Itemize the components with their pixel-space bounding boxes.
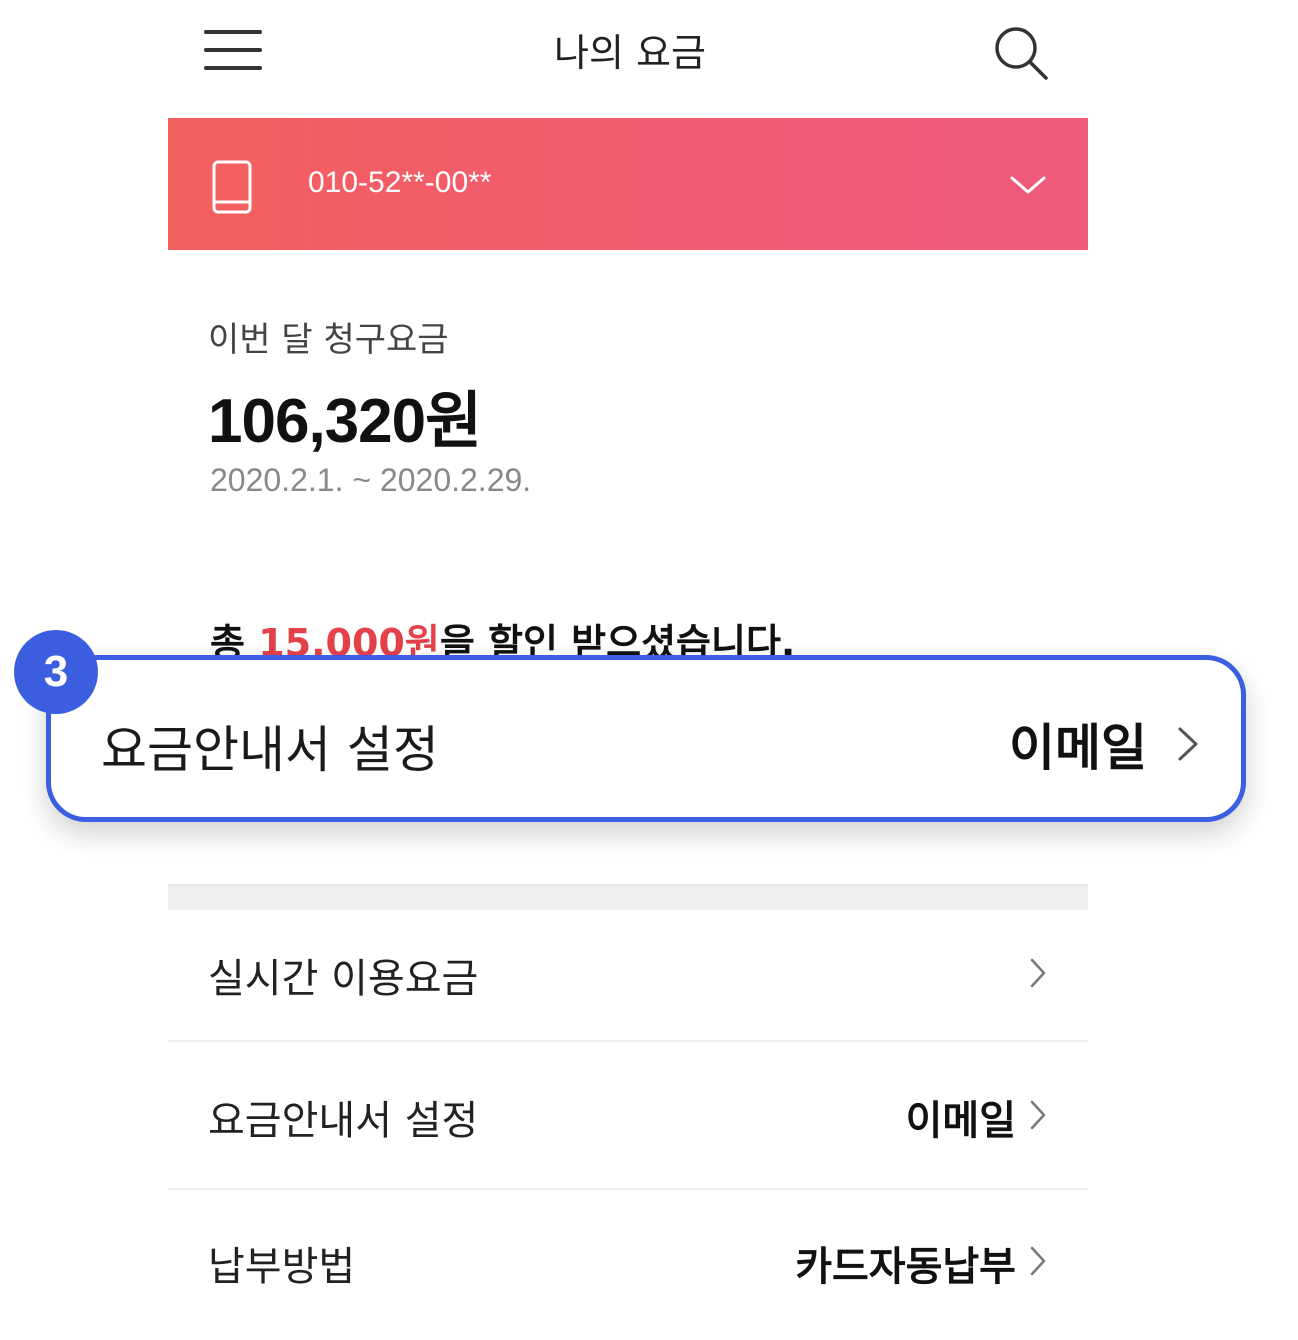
chevron-right-icon [1028, 956, 1048, 990]
list-item-realtime-usage[interactable]: 실시간 이용요금 [168, 898, 1088, 1048]
smartphone-icon [212, 160, 252, 214]
callout-value: 이메일 [1009, 719, 1147, 777]
list-item-label: 실시간 이용요금 [208, 956, 479, 1002]
chevron-down-icon[interactable] [1008, 170, 1048, 200]
callout-label: 요금안내서 설정 [101, 721, 439, 779]
billing-statement-setting-callout[interactable]: 요금안내서 설정 이메일 [46, 655, 1246, 822]
list-item-label: 납부방법 [208, 1244, 356, 1290]
chevron-right-icon [1028, 1244, 1048, 1278]
bill-period: 2020.2.1. ~ 2020.2.29. [210, 462, 532, 498]
chevron-right-icon [1175, 724, 1201, 764]
chevron-right-icon [1028, 1098, 1048, 1132]
list-item-value: 이메일 [905, 1098, 1016, 1144]
phone-number-selector[interactable]: 010-52**-00** [168, 118, 1088, 250]
hamburger-menu-icon[interactable] [204, 26, 264, 72]
list-item-label: 요금안내서 설정 [208, 1098, 479, 1144]
list-item-billing-statement[interactable]: 요금안내서 설정 이메일 [168, 1042, 1088, 1192]
list-item-payment-method[interactable]: 납부방법 카드자동납부 [168, 1190, 1088, 1340]
phone-number: 010-52**-00** [308, 166, 492, 199]
step-badge: 3 [14, 630, 98, 714]
page-title: 나의 요금 [554, 31, 706, 75]
bill-amount: 106,320원 [208, 387, 482, 456]
search-icon[interactable] [990, 22, 1052, 82]
bill-label: 이번 달 청구요금 [208, 320, 449, 360]
list-item-value: 카드자동납부 [795, 1244, 1016, 1290]
